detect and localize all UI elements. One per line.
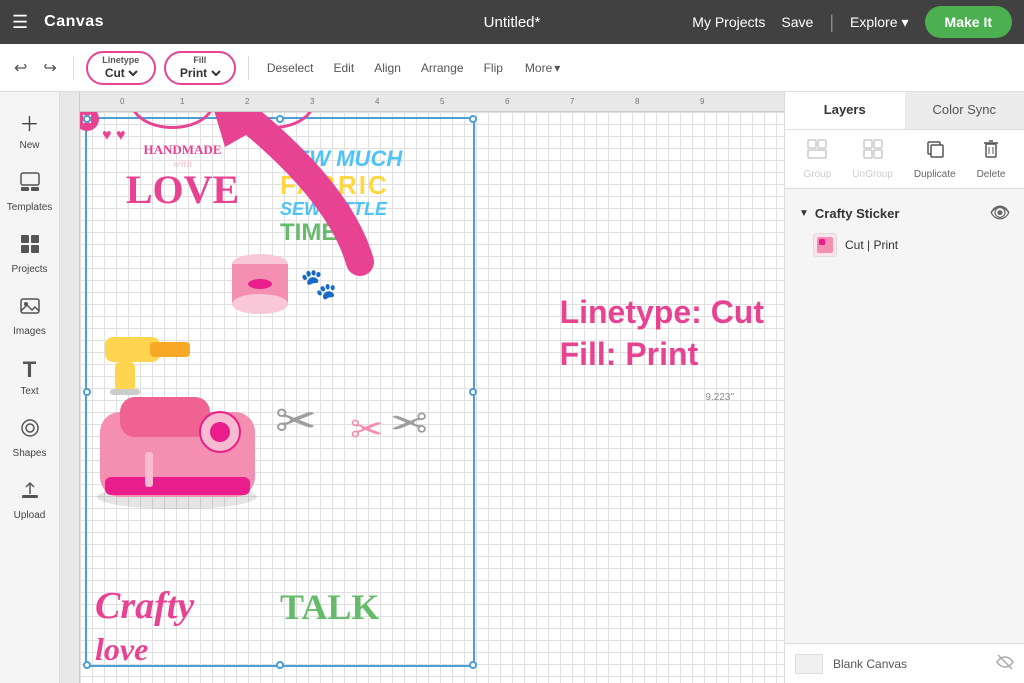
trash-icon [980, 138, 1002, 166]
bottom-bar: Blank Canvas [785, 643, 1024, 683]
layer-group-name: Crafty Sticker [815, 206, 900, 221]
sidebar-item-projects[interactable]: Projects [0, 225, 59, 283]
sidebar-item-images[interactable]: Images [0, 287, 59, 345]
ungroup-icon [862, 138, 884, 166]
layer-chevron-icon: ▼ [799, 208, 809, 219]
sidebar-label-new: New [19, 140, 39, 151]
layer-group-header[interactable]: ▼ Crafty Sticker 👁 [793, 199, 1016, 227]
fill-label: Fill [193, 55, 206, 65]
sidebar-label-projects: Projects [11, 264, 47, 275]
save-button[interactable]: Save [781, 14, 813, 30]
toolbar-separator-2 [248, 56, 249, 80]
app-logo: Canvas [44, 13, 104, 31]
fill-dropdown[interactable]: Fill Print [164, 51, 236, 85]
resize-handle-br[interactable] [469, 661, 477, 669]
resize-handle-bl[interactable] [83, 661, 91, 669]
topbar-divider: | [829, 12, 834, 33]
left-sidebar: ＋ New Templates Projects Images T Text [0, 92, 60, 683]
deselect-button[interactable]: Deselect [261, 57, 320, 79]
redo-button[interactable]: ↪ [39, 54, 60, 82]
tab-color-sync[interactable]: Color Sync [905, 92, 1024, 129]
linetype-select[interactable]: Cut [101, 65, 141, 81]
crafty-bottom-text: Crafty [95, 584, 194, 628]
undo-button[interactable]: ↩ [10, 54, 31, 82]
resize-handle-bm[interactable] [276, 661, 284, 669]
panel-tabs: Layers Color Sync [785, 92, 1024, 130]
hearts-decor: ♥ ♥ [102, 127, 125, 145]
right-panel: Layers Color Sync Group UnGroup [784, 92, 1024, 683]
flip-button[interactable]: Flip [478, 57, 509, 79]
talk-bottom-text: TALK [280, 586, 379, 628]
sidebar-item-text[interactable]: T Text [0, 349, 59, 405]
new-icon: ＋ [20, 108, 40, 137]
templates-icon [19, 171, 41, 199]
images-icon [19, 295, 41, 323]
layer-group-crafty-sticker: ▼ Crafty Sticker 👁 Cut | Print [785, 195, 1024, 267]
blank-canvas-eye-icon[interactable] [996, 653, 1014, 674]
delete-selection-button[interactable]: ✕ [80, 112, 99, 131]
document-title[interactable]: Untitled* [484, 14, 541, 31]
toolbar-separator [73, 56, 74, 80]
canvas-area[interactable]: 0 1 2 3 4 5 6 7 8 9 ✕ [60, 92, 784, 683]
projects-icon [19, 233, 41, 261]
ruler-left [60, 92, 80, 683]
sidebar-item-shapes[interactable]: Shapes [0, 409, 59, 467]
topbar: ☰ Canvas Untitled* My Projects Save | Ex… [0, 0, 1024, 44]
sidebar-item-upload[interactable]: Upload [0, 471, 59, 529]
layer-thumb [813, 233, 837, 257]
make-it-button[interactable]: Make It [925, 6, 1012, 38]
canvas-grid[interactable]: ✕ 9.223" HANDMADE with [80, 112, 784, 683]
upload-icon [19, 479, 41, 507]
linetype-label: Linetype [102, 55, 139, 65]
sidebar-label-text: Text [20, 386, 38, 397]
scissors-large: ✂ [275, 392, 317, 450]
sidebar-item-new[interactable]: ＋ New [0, 100, 59, 159]
duplicate-icon [924, 138, 946, 166]
panel-actions: Group UnGroup Duplicate Delete [785, 130, 1024, 189]
fill-select[interactable]: Print [176, 65, 224, 81]
sidebar-label-templates: Templates [7, 202, 53, 213]
group-icon [806, 138, 828, 166]
more-button[interactable]: More ▾ [517, 57, 568, 79]
duplicate-button[interactable]: Duplicate [914, 138, 956, 180]
pink-arrow [160, 112, 410, 292]
layer-item-sticker[interactable]: Cut | Print [793, 227, 1016, 263]
main-layout: ＋ New Templates Projects Images T Text [0, 92, 1024, 683]
sidebar-label-upload: Upload [14, 510, 46, 521]
sewing-machine [90, 382, 265, 512]
blank-canvas-thumb [795, 654, 823, 674]
menu-icon[interactable]: ☰ [12, 12, 28, 33]
scissors-right: ✂ [390, 397, 428, 450]
ruler-top: 0 1 2 3 4 5 6 7 8 9 [80, 92, 784, 112]
annotation-text: Linetype: Cut Fill: Print [560, 292, 764, 375]
edit-button[interactable]: Edit [328, 57, 361, 79]
ungroup-button[interactable]: UnGroup [852, 138, 893, 180]
layer-list: ▼ Crafty Sticker 👁 Cut | Print [785, 189, 1024, 643]
canvas-content: ✕ 9.223" HANDMADE with [80, 112, 784, 683]
sidebar-item-templates[interactable]: Templates [0, 163, 59, 221]
text-icon: T [23, 357, 36, 383]
blank-canvas-label: Blank Canvas [833, 657, 986, 671]
scissors-small: ✂ [350, 407, 384, 453]
explore-menu[interactable]: Explore ▾ [850, 14, 909, 31]
layer-item-name: Cut | Print [845, 238, 1006, 252]
arrange-button[interactable]: Arrange [415, 57, 470, 79]
resize-handle-tl[interactable] [83, 115, 91, 123]
linetype-dropdown[interactable]: Linetype Cut [86, 51, 156, 85]
resize-handle-mr[interactable] [469, 388, 477, 396]
group-button[interactable]: Group [804, 138, 832, 180]
shapes-icon [19, 417, 41, 445]
sidebar-label-shapes: Shapes [13, 448, 47, 459]
measure-label: 9.223" [705, 392, 734, 403]
tab-layers[interactable]: Layers [785, 92, 905, 129]
delete-button[interactable]: Delete [977, 138, 1006, 180]
resize-handle-tr[interactable] [469, 115, 477, 123]
layer-visibility-eye[interactable]: 👁 [990, 203, 1010, 223]
sidebar-label-images: Images [13, 326, 46, 337]
topbar-right: My Projects Save | Explore ▾ Make It [692, 6, 1012, 38]
my-projects-link[interactable]: My Projects [692, 14, 765, 30]
align-button[interactable]: Align [368, 57, 407, 79]
love-bottom-text: love [95, 631, 148, 668]
toolbar: ↩ ↪ Linetype Cut Fill Print Deselect Edi… [0, 44, 1024, 92]
